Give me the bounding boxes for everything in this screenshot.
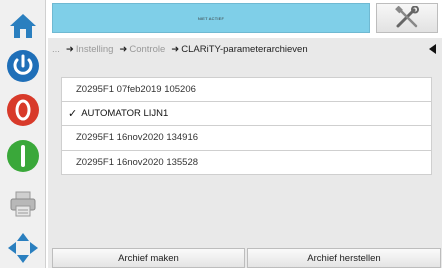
tools-icon xyxy=(395,6,419,28)
navigate-button[interactable] xyxy=(3,228,43,268)
breadcrumb-ellipsis[interactable]: ... xyxy=(52,44,60,55)
breadcrumb-item-instelling[interactable]: ➜ Instelling xyxy=(66,44,113,55)
archive-list-item[interactable]: Z0295F1 07feb2019 105206 xyxy=(61,77,432,102)
home-button[interactable] xyxy=(3,6,43,46)
printer-icon xyxy=(10,191,36,217)
navigate-icon xyxy=(8,233,38,263)
archive-label: Z0295F1 07feb2019 105206 xyxy=(76,83,196,95)
printer-status: NIET ACTIEF xyxy=(197,15,225,21)
arrow-right-icon: ➜ xyxy=(171,43,180,55)
power-button[interactable] xyxy=(3,46,43,86)
footer-bar: Archief maken Archief herstellen xyxy=(48,248,442,268)
create-archive-button[interactable]: Archief maken xyxy=(52,248,245,268)
breadcrumb-item-current: ➜ CLARiTY-parameterarchieven xyxy=(171,44,307,55)
breadcrumb-label: CLARiTY-parameterarchieven xyxy=(181,43,308,55)
breadcrumb-label: Controle xyxy=(129,43,166,55)
stop-icon xyxy=(7,94,39,126)
print-button[interactable] xyxy=(3,184,43,224)
breadcrumb-label: Instelling xyxy=(75,43,114,55)
breadcrumb-item-controle[interactable]: ➜ Controle xyxy=(119,44,165,55)
breadcrumb: ... ➜ Instelling ➜ Controle ➜ CLARiTY-param… xyxy=(48,38,442,60)
archive-list-item[interactable]: Z0295F1 16nov2020 134916 xyxy=(61,126,432,151)
back-arrow-icon[interactable] xyxy=(429,44,436,54)
archive-panel: Z0295F1 07feb2019 105206 ✓ AUTOMATOR LIJN1… xyxy=(48,60,442,248)
stop-button[interactable] xyxy=(3,90,43,130)
checkmark-icon: ✓ xyxy=(68,107,78,120)
status-header: NIET ACTIEF xyxy=(52,3,370,33)
home-icon xyxy=(10,14,36,38)
archive-list-item[interactable]: Z0295F1 16nov2020 135528 xyxy=(61,150,432,175)
arrow-right-icon: ➜ xyxy=(65,43,74,55)
archive-list-item[interactable]: ✓ AUTOMATOR LIJN1 xyxy=(61,101,432,126)
start-button[interactable] xyxy=(3,136,43,176)
archive-label: AUTOMATOR LIJN1 xyxy=(81,107,169,119)
restore-archive-button[interactable]: Archief herstellen xyxy=(247,248,441,268)
left-sidebar xyxy=(0,0,46,268)
archive-label: Z0295F1 16nov2020 134916 xyxy=(76,132,199,144)
tools-button[interactable] xyxy=(376,3,438,33)
power-icon xyxy=(7,50,39,82)
archive-label: Z0295F1 16nov2020 135528 xyxy=(76,156,199,168)
archive-list: Z0295F1 07feb2019 105206 ✓ AUTOMATOR LIJN1… xyxy=(61,77,432,175)
arrow-right-icon: ➜ xyxy=(119,43,128,55)
start-icon xyxy=(7,140,39,172)
